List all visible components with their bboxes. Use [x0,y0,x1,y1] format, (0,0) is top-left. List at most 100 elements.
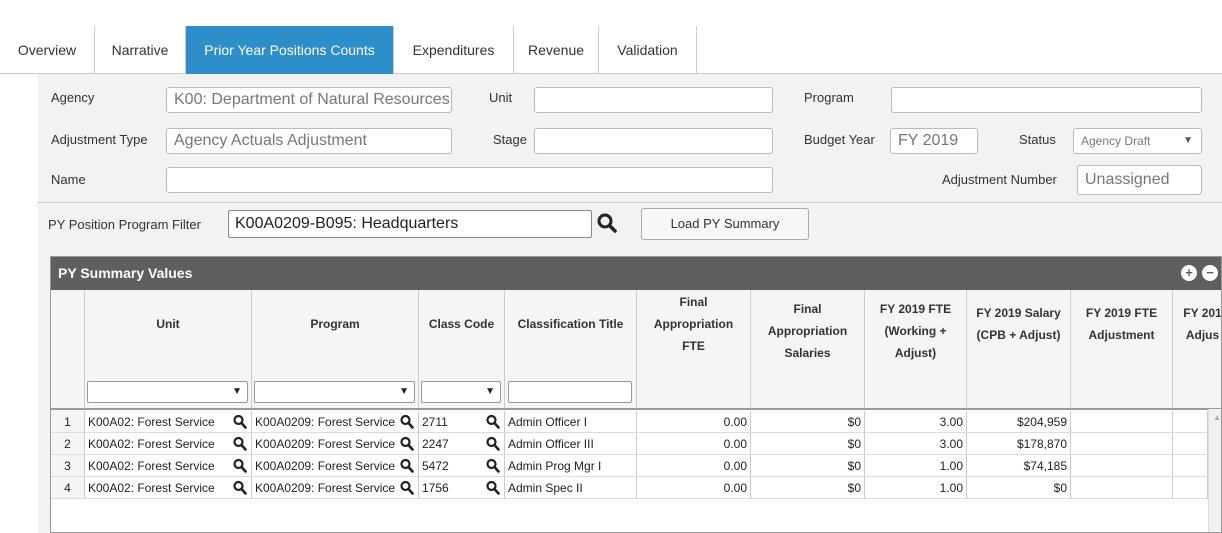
program-filter-select[interactable]: ▼ [254,381,415,403]
filter-cell [1071,375,1173,408]
classification-title-filter-input[interactable] [508,381,632,403]
divider [38,202,1222,203]
fy2019-fte-adjustment-cell [1071,455,1173,477]
fy2019-fte-adjustment-cell [1071,477,1173,499]
adjustment-number-label: Adjustment Number [942,172,1057,187]
final-appropriation-fte-cell-text: 0.00 [723,415,747,429]
fy2019-salary-cell-text: $0 [1053,481,1067,495]
program-cell[interactable]: K00A0209: Forest Service [252,455,419,477]
row-number-text: 4 [64,481,71,495]
stage-label: Stage [493,132,527,147]
unit-cell[interactable]: K00A02: Forest Service [85,433,252,455]
fy2019-salary-cell: $204,959 [967,411,1071,433]
filter-cell [865,375,967,408]
tab-overview[interactable]: Overview [0,26,95,74]
unit-cell[interactable]: K00A02: Forest Service [85,477,252,499]
header-divider [51,408,1221,410]
row-number-text: 1 [64,415,71,429]
final-appropriation-salaries-cell: $0 [751,433,865,455]
tab-prior-year-positions-counts[interactable]: Prior Year Positions Counts [186,26,394,74]
scroll-up-arrow-icon[interactable]: ▲ [1213,413,1221,422]
adjustment-type-field[interactable]: Agency Actuals Adjustment [166,128,452,154]
adjustment-number-field[interactable]: Unassigned [1077,165,1202,195]
py-position-program-filter-field[interactable]: K00A0209-B095: Headquarters [228,210,592,238]
tab-narrative[interactable]: Narrative [95,26,186,74]
filter-cell [967,375,1071,408]
row-number: 2 [51,433,85,455]
minus-circle-icon[interactable]: − [1202,265,1218,281]
class-code-cell[interactable]: 2247 [419,433,505,455]
classification-title-cell: Admin Officer III [505,433,637,455]
class-code-cell-text: 2247 [422,437,449,451]
fy2019-salary-adjustment-cell [1173,411,1208,433]
fy2019-fte-adjustment-cell [1071,433,1173,455]
magnifier-icon[interactable] [400,414,414,430]
unit-label: Unit [489,90,513,105]
adjustment-type-label: Adjustment Type [51,132,148,147]
class-code-cell[interactable]: 2711 [419,411,505,433]
fy2019-fte-cell: 1.00 [865,455,967,477]
magnifier-icon[interactable] [400,480,414,496]
class-code-filter-select[interactable]: ▼ [421,381,501,403]
classification-title-cell-text: Admin Officer III [508,437,594,451]
status-select[interactable]: Agency Draft ▼ [1073,128,1202,154]
fy2019-salary-adjustment-cell [1173,455,1208,477]
program-cell-text: K00A0209: Forest Service [255,437,396,451]
stage-field[interactable] [534,128,773,154]
final-appropriation-salaries-cell: $0 [751,455,865,477]
filter-cell [51,375,85,408]
name-label: Name [51,172,86,187]
program-field[interactable] [891,87,1202,113]
class-code-cell[interactable]: 1756 [419,477,505,499]
row-number-text: 2 [64,437,71,451]
row-number: 4 [51,477,85,499]
magnifier-icon[interactable] [233,436,247,452]
budget-year-field[interactable]: FY 2019 [890,128,978,154]
final-appropriation-fte-cell: 0.00 [637,433,751,455]
plus-circle-icon[interactable]: + [1181,265,1197,281]
magnifier-icon[interactable] [486,414,500,430]
unit-field[interactable] [534,87,773,113]
classification-title-cell: Admin Prog Mgr I [505,455,637,477]
final-appropriation-salaries-cell-text: $0 [847,459,861,473]
magnifier-icon[interactable] [400,458,414,474]
program-cell[interactable]: K00A0209: Forest Service [252,433,419,455]
classification-title-cell-text: Admin Prog Mgr I [508,459,602,473]
magnifier-icon[interactable] [233,458,247,474]
program-cell[interactable]: K00A0209: Forest Service [252,477,419,499]
final-appropriation-salaries-cell: $0 [751,477,865,499]
tab-revenue[interactable]: Revenue [514,26,599,74]
unit-cell[interactable]: K00A02: Forest Service [85,411,252,433]
program-label: Program [804,90,854,105]
classification-title-cell-text: Admin Spec II [508,481,583,495]
magnifier-icon[interactable] [486,480,500,496]
filter-cell: ▼ [419,375,505,408]
fy2019-fte-cell-text: 1.00 [939,459,963,473]
unit-cell[interactable]: K00A02: Forest Service [85,455,252,477]
status-select-value: Agency Draft [1081,134,1151,148]
load-py-summary-button[interactable]: Load PY Summary [641,208,809,240]
magnifier-icon[interactable] [400,436,414,452]
magnifier-icon[interactable] [233,480,247,496]
tab-expenditures[interactable]: Expenditures [394,26,514,74]
fy2019-salary-cell: $178,870 [967,433,1071,455]
fy2019-fte-cell-text: 3.00 [939,415,963,429]
name-field[interactable] [166,167,773,193]
unit-filter-select[interactable]: ▼ [87,381,248,403]
magnifier-icon[interactable] [486,436,500,452]
unit-cell-text: K00A02: Forest Service [88,481,215,495]
unit-cell-text: K00A02: Forest Service [88,415,215,429]
tab-validation[interactable]: Validation [599,26,697,74]
filter-cell [1173,375,1221,408]
classification-title-cell: Admin Officer I [505,411,637,433]
fy2019-salary-cell-text: $74,185 [1023,459,1067,473]
tab-bar: Overview Narrative Prior Year Positions … [0,26,1222,74]
magnifier-icon[interactable] [596,212,620,236]
class-code-cell[interactable]: 5472 [419,455,505,477]
grid-scrollbar[interactable]: ▲ [1208,409,1221,532]
program-cell[interactable]: K00A0209: Forest Service [252,411,419,433]
magnifier-icon[interactable] [233,414,247,430]
final-appropriation-fte-cell-text: 0.00 [723,459,747,473]
agency-field[interactable]: K00: Department of Natural Resources [166,87,452,113]
magnifier-icon[interactable] [486,458,500,474]
